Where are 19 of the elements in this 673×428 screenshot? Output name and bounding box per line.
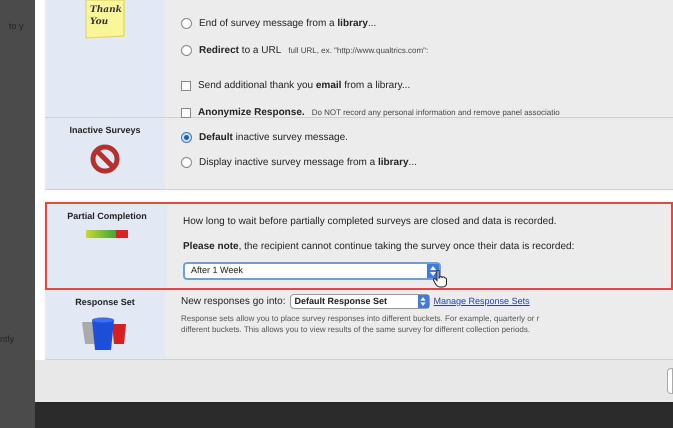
description-line: different buckets. This allows you to view results of the same survey for different collection periods. [181,324,532,335]
option-label: Redirect to a URL [199,44,282,58]
option-label: Anonymize Response. [198,106,305,120]
option-label: End of survey message from a library... [199,17,376,31]
option-label: Send additional thank you email from a library... [198,79,410,93]
description-line: Response sets allow you to place survey responses into different buckets. For example, quarterly or r [181,313,540,324]
note-text: Please note, the recipient cannot continue taking the survey once their data is recorded: [183,240,576,254]
option-hint: full URL, ex. "http://www.qualtrics.com": [288,44,428,56]
manage-link[interactable]: Manage Response Sets [434,294,530,308]
section-title: Response Set [75,296,135,309]
section-title: Partial Completion [67,210,147,223]
response-set-dropdown[interactable]: Default Response Set [290,294,430,309]
option-label: Default inactive survey message. [199,131,348,145]
description-text: How long to wait before partially completed surveys are closed and data is recorded. [183,215,558,229]
option-label: Display inactive survey message from a library... [199,156,417,170]
note-handwriting: Thank You [90,4,122,28]
option-hint: Do NOT record any personal information and remove panel associatio [312,106,560,118]
field-label: New responses go into: [181,295,286,309]
section-title: Inactive Surveys [69,124,141,137]
